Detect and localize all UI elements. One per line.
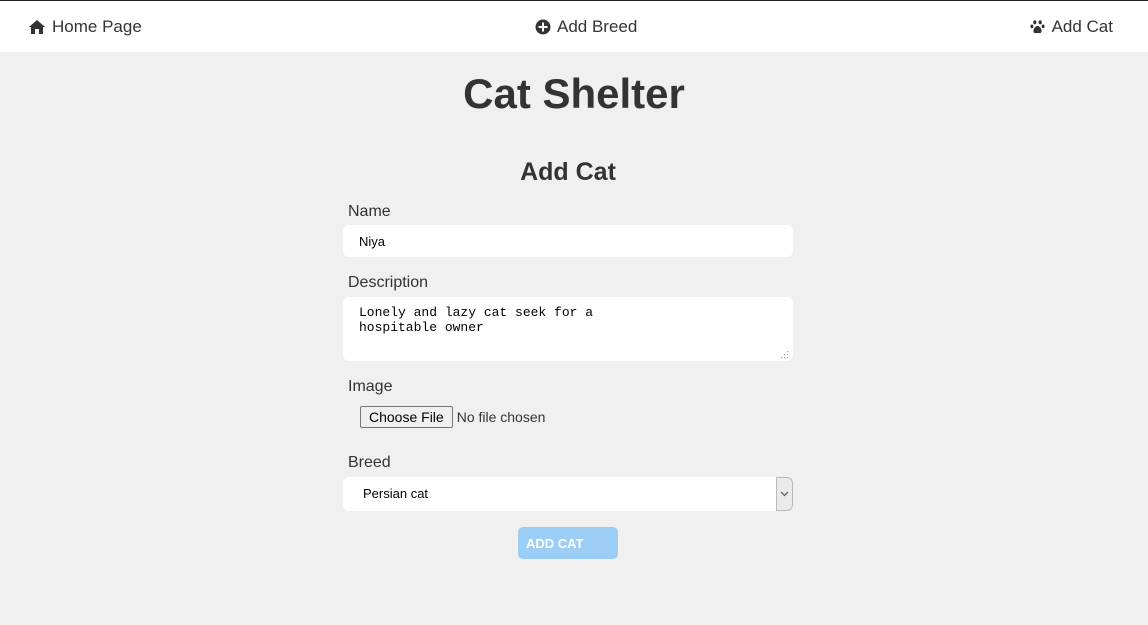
paw-icon [1029, 20, 1045, 34]
description-label: Description [348, 274, 429, 291]
name-label: Name [348, 203, 391, 220]
description-textarea[interactable]: Lonely and lazy cat seek for a hospitabl… [343, 297, 793, 361]
plus-circle-icon [535, 19, 551, 35]
nav-home-label: Home Page [52, 17, 142, 36]
breed-select[interactable]: Persian cat [343, 477, 793, 511]
select-arrow[interactable] [776, 477, 793, 511]
nav-add-breed-link[interactable]: Add Breed [535, 1, 637, 53]
nav-add-breed-label: Add Breed [557, 17, 638, 36]
image-label: Image [348, 378, 393, 395]
form-title: Add Cat [520, 158, 616, 186]
home-icon [29, 20, 45, 34]
site-title: Cat Shelter [463, 70, 685, 117]
top-navigation-bar: Home Page Add Breed Add Cat [0, 0, 1148, 52]
breed-selected-value: Persian cat [363, 486, 429, 501]
choose-file-button[interactable]: Choose File [360, 406, 453, 428]
nav-home-link[interactable]: Home Page [28, 1, 142, 53]
file-status-text: No file chosen [456, 409, 546, 425]
chevron-down-icon [780, 491, 789, 497]
resize-grip-icon[interactable] [780, 350, 789, 359]
breed-label: Breed [348, 454, 391, 471]
add-cat-submit-button[interactable]: ADD CAT [518, 527, 618, 559]
image-file-input: Choose File No file chosen [360, 406, 545, 428]
nav-add-cat-link[interactable]: Add Cat [1029, 1, 1113, 53]
name-input[interactable] [343, 225, 793, 257]
nav-add-cat-label: Add Cat [1051, 17, 1113, 36]
